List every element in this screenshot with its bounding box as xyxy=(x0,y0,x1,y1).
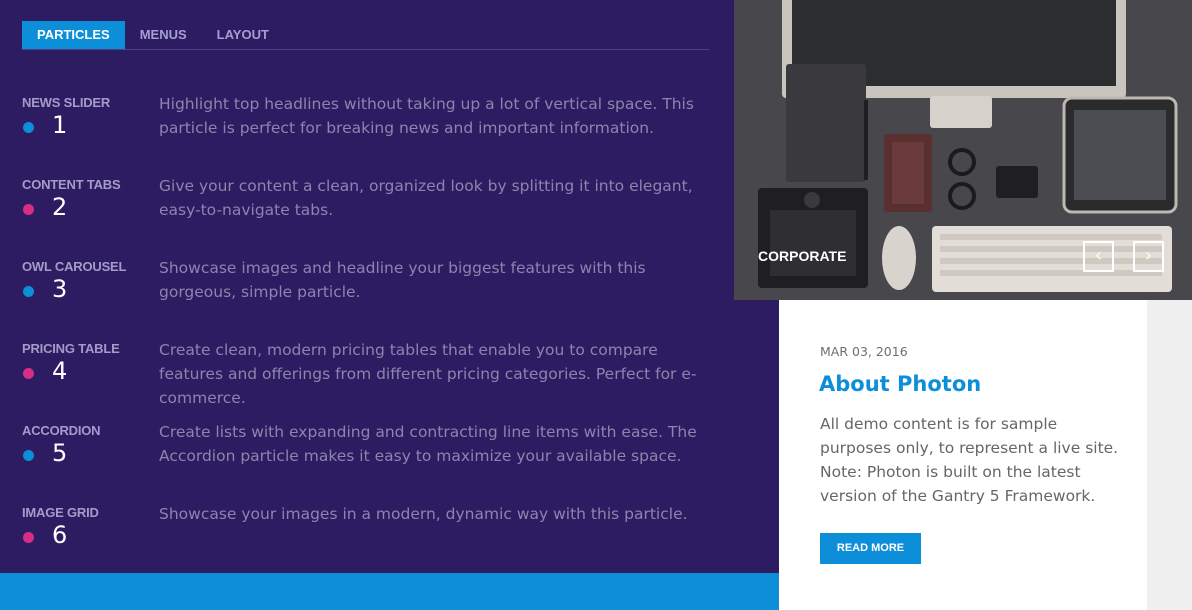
item-description: Create lists with expanding and contract… xyxy=(159,423,697,465)
post-title[interactable]: About Photon xyxy=(819,372,981,396)
post-date: MAR 03, 2016 xyxy=(820,344,908,359)
item-number: 6 xyxy=(52,521,68,549)
item-dot xyxy=(23,450,34,461)
item-dot xyxy=(23,122,34,133)
item-dot xyxy=(23,204,34,215)
panel-extension xyxy=(734,300,779,610)
particles-panel: PARTICLES MENUS LAYOUT NEWS SLIDER 1 Hig… xyxy=(0,0,734,573)
read-more-button[interactable]: READ MORE xyxy=(820,533,921,564)
list-item: OWL CAROUSEL 3 Showcase images and headl… xyxy=(22,259,712,341)
tab-particles[interactable]: PARTICLES xyxy=(22,21,125,49)
list-item: ACCORDION 5 Create lists with expanding … xyxy=(22,423,712,505)
blog-card: MAR 03, 2016 About Photon All demo conte… xyxy=(779,300,1147,610)
item-dot xyxy=(23,286,34,297)
item-title: OWL CAROUSEL xyxy=(22,259,127,274)
list-item: NEWS SLIDER 1 Highlight top headlines wi… xyxy=(22,95,712,177)
page-background-right xyxy=(1147,300,1192,610)
slide-label: CORPORATE xyxy=(758,248,847,264)
item-number: 1 xyxy=(52,111,68,139)
item-dot xyxy=(23,532,34,543)
tab-bar: PARTICLES MENUS LAYOUT xyxy=(22,21,709,50)
item-title: NEWS SLIDER xyxy=(22,95,111,110)
slider-next-button[interactable]: › xyxy=(1133,241,1164,272)
item-number: 5 xyxy=(52,439,68,467)
footer-accent-bar xyxy=(0,573,779,610)
list-item: CONTENT TABS 2 Give your content a clean… xyxy=(22,177,712,259)
tab-layout[interactable]: LAYOUT xyxy=(202,21,284,49)
item-number: 2 xyxy=(52,193,68,221)
slider-prev-button[interactable]: ‹ xyxy=(1083,241,1114,272)
item-number: 4 xyxy=(52,357,68,385)
post-excerpt: All demo content is for sample purposes … xyxy=(820,415,1119,505)
item-description: Showcase your images in a modern, dynami… xyxy=(159,505,688,523)
item-title: IMAGE GRID xyxy=(22,505,99,520)
chevron-left-icon: ‹ xyxy=(1094,245,1103,266)
item-number: 3 xyxy=(52,275,68,303)
tab-menus[interactable]: MENUS xyxy=(125,21,202,49)
item-title: CONTENT TABS xyxy=(22,177,121,192)
item-title: ACCORDION xyxy=(22,423,101,438)
list-item: PRICING TABLE 4 Create clean, modern pri… xyxy=(22,341,712,423)
item-title: PRICING TABLE xyxy=(22,341,120,356)
item-description: Create clean, modern pricing tables that… xyxy=(159,341,697,407)
item-dot xyxy=(23,368,34,379)
item-description: Highlight top headlines without taking u… xyxy=(159,95,694,137)
item-description: Showcase images and headline your bigges… xyxy=(159,259,646,301)
chevron-right-icon: › xyxy=(1144,245,1153,266)
slider-image: CORPORATE ‹ › xyxy=(734,0,1192,300)
item-description: Give your content a clean, organized loo… xyxy=(159,177,693,219)
